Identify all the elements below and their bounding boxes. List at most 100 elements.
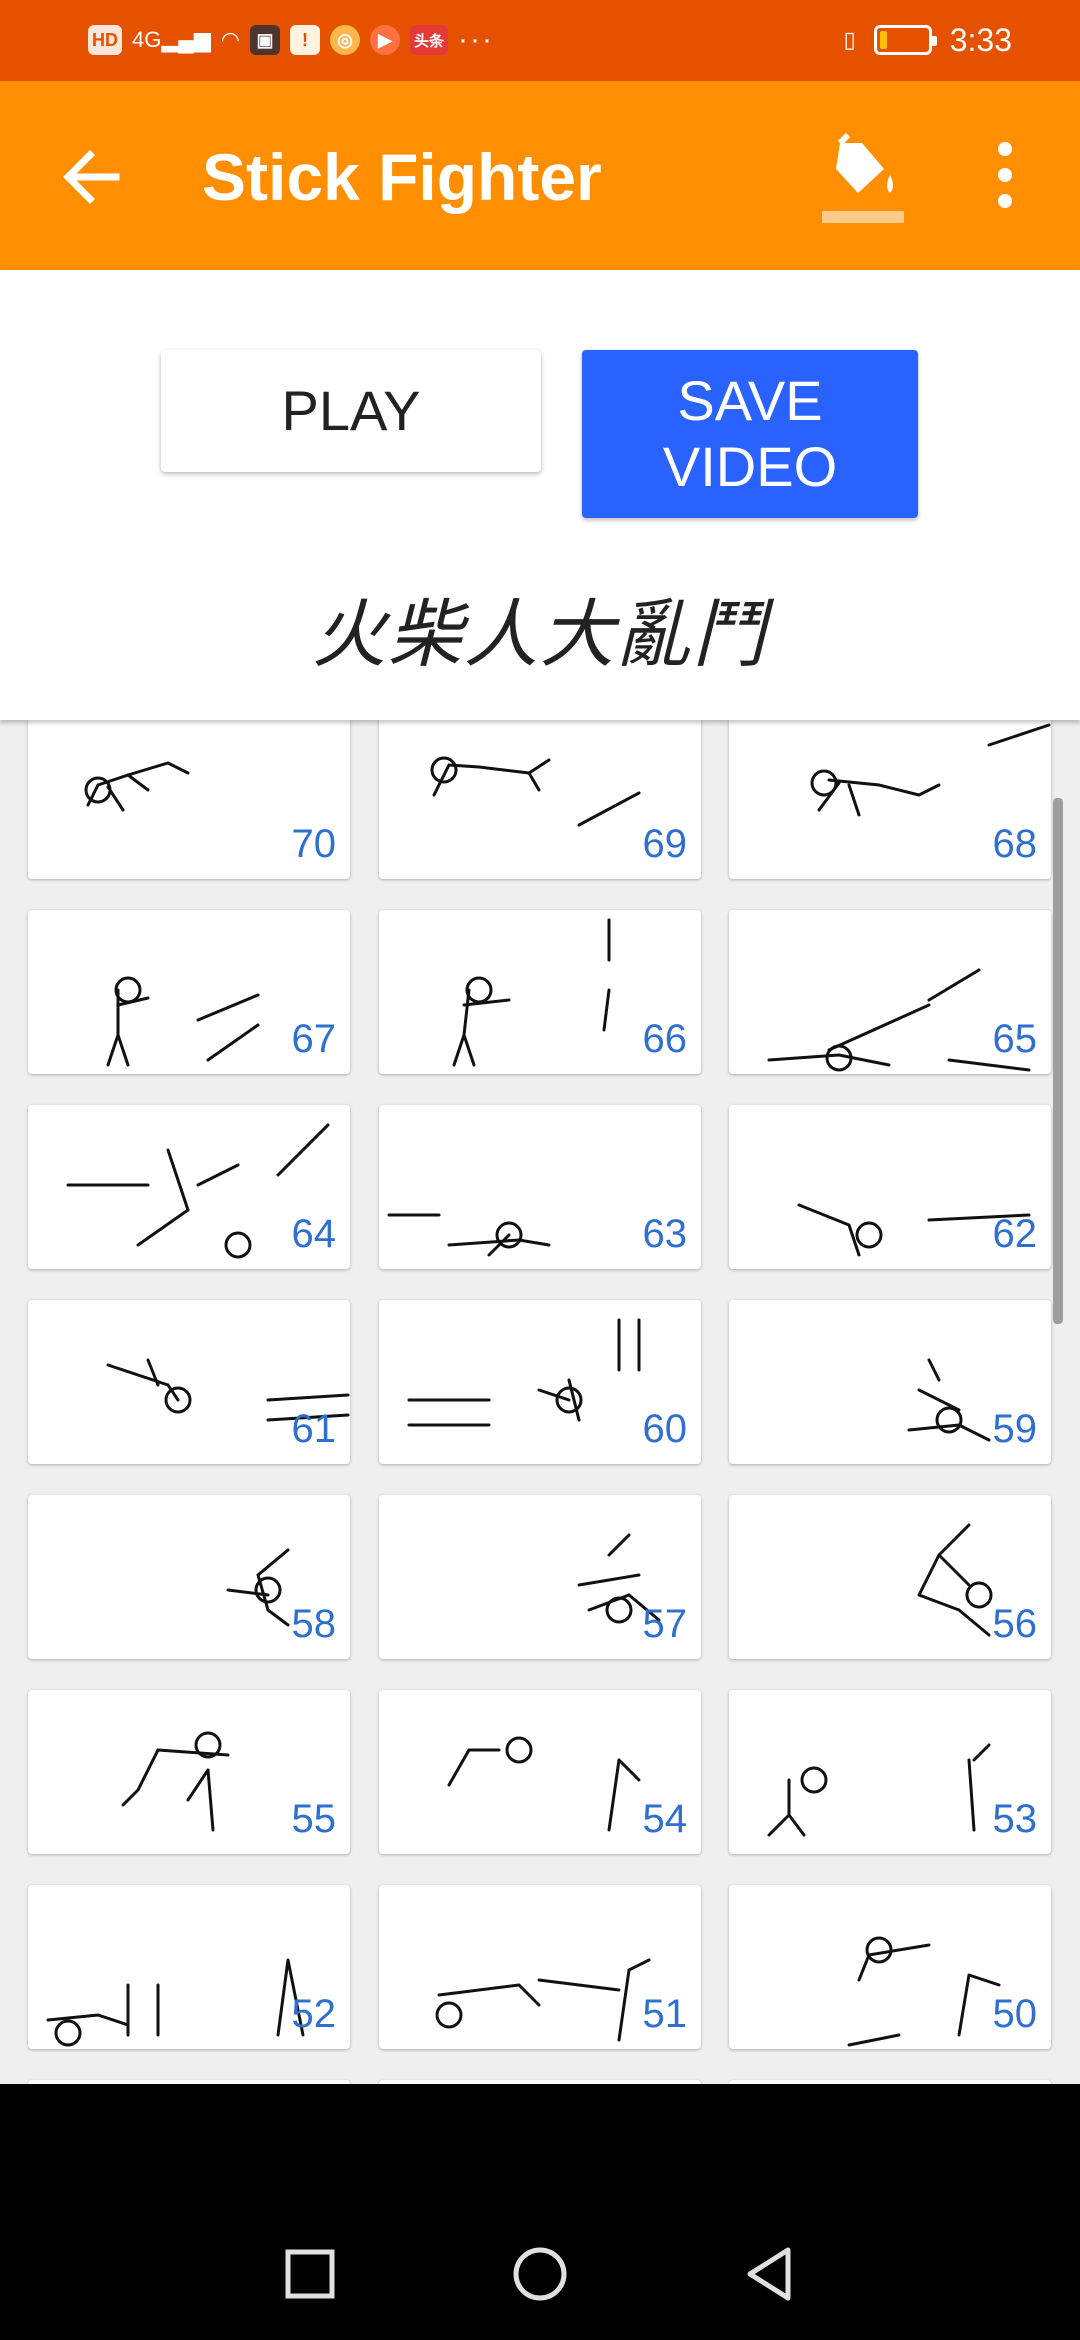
stick-figure-head xyxy=(465,976,493,1004)
stick-figure-head xyxy=(800,1766,828,1794)
triangle-back-icon xyxy=(747,2247,791,2301)
frame-number: 53 xyxy=(992,1797,1038,1841)
frame-number: 69 xyxy=(642,822,688,866)
frame-number: 51 xyxy=(642,1992,688,2036)
frame-number: 65 xyxy=(992,1017,1038,1061)
frame-grid[interactable]: 70 69 68 67 66 65 64 63 62 61 60 59 58 57 56 55 54 53 52 51… xyxy=(0,720,1080,2084)
network-label: 4G xyxy=(132,27,162,52)
stick-figure-head xyxy=(810,769,838,797)
theme-color-button[interactable] xyxy=(818,127,908,227)
stick-figure-strokes xyxy=(917,1523,991,1637)
stick-figure-strokes xyxy=(447,1748,641,1832)
stick-figure-strokes xyxy=(46,1958,305,2037)
frame-thumbnail[interactable]: 61 xyxy=(28,1300,350,1464)
more-notifications-icon: ··· xyxy=(458,23,494,56)
frame-thumbnail[interactable]: 54 xyxy=(379,1690,701,1854)
frame-thumbnail[interactable]: 65 xyxy=(729,910,1051,1074)
frame-number: 67 xyxy=(291,1017,337,1061)
frame-number: 62 xyxy=(992,1212,1038,1256)
stick-figure-head xyxy=(865,1936,893,1964)
app-icon: ▣ xyxy=(250,25,280,55)
stick-figure-strokes xyxy=(86,761,190,812)
vibrate-icon: ▯ xyxy=(843,27,856,52)
frame-number: 68 xyxy=(992,822,1038,866)
app-title: Stick Fighter xyxy=(202,140,602,214)
play-button[interactable]: PLAY xyxy=(161,350,541,472)
stick-figure-strokes xyxy=(767,968,1031,1072)
stick-figure-head xyxy=(114,976,142,1004)
stick-figure-strokes xyxy=(407,1318,641,1427)
stick-figure-head xyxy=(505,1736,533,1764)
stick-figure-strokes xyxy=(907,1358,991,1442)
navigation-bar xyxy=(0,2084,1080,2340)
frame-thumbnail[interactable]: 62 xyxy=(729,1105,1051,1269)
stick-figure-head xyxy=(605,1596,633,1624)
frame-thumbnail[interactable]: 60 xyxy=(379,1300,701,1464)
frame-number: 50 xyxy=(992,1992,1038,2036)
stick-figure-strokes xyxy=(432,758,641,827)
frame-thumbnail[interactable]: 68 xyxy=(729,720,1051,879)
scrollbar[interactable] xyxy=(1053,798,1063,1324)
app-icon: ◎ xyxy=(330,25,360,55)
frame-number: 56 xyxy=(992,1602,1038,1646)
stick-figure-head xyxy=(935,1406,963,1434)
stick-figure-head xyxy=(965,1581,993,1609)
alert-icon: ! xyxy=(290,25,320,55)
status-icons: HD 4G▂▄▆ ◠ ▣ ! ◎ ▶ 头条 ··· xyxy=(88,18,494,62)
stick-figure-head xyxy=(254,1576,282,1604)
news-icon: 头条 xyxy=(410,25,449,55)
stick-figure-head xyxy=(224,1231,252,1259)
stick-figure-head xyxy=(855,1221,883,1249)
stick-figure-strokes xyxy=(767,1743,991,1837)
frame-number: 52 xyxy=(291,1992,337,2036)
more-vert-icon xyxy=(998,142,1012,208)
frame-number: 60 xyxy=(642,1407,688,1451)
frame-number: 64 xyxy=(291,1212,337,1256)
frame-thumbnail[interactable]: 69 xyxy=(379,720,701,879)
frame-thumbnail[interactable]: 50 xyxy=(729,1885,1051,2049)
stick-figure-strokes xyxy=(121,1748,230,1832)
frame-thumbnail[interactable]: 58 xyxy=(28,1495,350,1659)
more-options-button[interactable] xyxy=(970,137,1040,217)
home-button[interactable] xyxy=(500,2234,580,2314)
stick-figure-strokes xyxy=(387,1213,551,1257)
frame-thumbnail[interactable]: 57 xyxy=(379,1495,701,1659)
frame-number: 57 xyxy=(642,1602,688,1646)
frame-thumbnail[interactable]: 59 xyxy=(729,1300,1051,1464)
stick-figure-head xyxy=(430,756,458,784)
square-icon xyxy=(285,2249,335,2299)
frame-thumbnail[interactable]: 55 xyxy=(28,1690,350,1854)
wifi-icon: ◠ xyxy=(220,27,240,52)
frame-thumbnail[interactable]: 63 xyxy=(379,1105,701,1269)
save-video-button[interactable]: SAVE VIDEO xyxy=(582,350,918,518)
frame-thumbnail[interactable]: 53 xyxy=(729,1690,1051,1854)
frame-thumbnail[interactable]: 67 xyxy=(28,910,350,1074)
frame-number: 66 xyxy=(642,1017,688,1061)
back-button[interactable] xyxy=(56,137,136,217)
frame-thumbnail[interactable]: 70 xyxy=(28,720,350,879)
hd-icon: HD xyxy=(88,25,122,55)
stick-figure-strokes xyxy=(66,1123,330,1247)
frame-number: 70 xyxy=(291,822,337,866)
paint-bucket-icon xyxy=(822,132,904,223)
recent-apps-button[interactable] xyxy=(270,2234,350,2314)
clock: 3:33 xyxy=(949,21,1012,58)
frame-thumbnail[interactable]: 66 xyxy=(379,910,701,1074)
back-nav-button[interactable] xyxy=(730,2234,810,2314)
frame-thumbnail[interactable]: 64 xyxy=(28,1105,350,1269)
frame-number: 55 xyxy=(291,1797,337,1841)
circle-icon xyxy=(513,2247,567,2301)
signal-icon: 4G▂▄▆ xyxy=(132,27,211,52)
stick-figure-head xyxy=(435,2001,463,2029)
frame-thumbnail[interactable]: 56 xyxy=(729,1495,1051,1659)
battery-icon xyxy=(873,25,937,55)
stick-figure-head xyxy=(84,776,112,804)
stick-figure-strokes xyxy=(817,723,1051,817)
controls-panel: PLAY SAVE VIDEO 火柴人大亂鬥 xyxy=(0,270,1080,720)
frame-number: 58 xyxy=(291,1602,337,1646)
frame-number: 59 xyxy=(992,1407,1038,1451)
frame-number: 63 xyxy=(642,1212,688,1256)
frame-thumbnail[interactable]: 51 xyxy=(379,1885,701,2049)
frame-thumbnail[interactable]: 52 xyxy=(28,1885,350,2049)
frame-number: 54 xyxy=(642,1797,688,1841)
